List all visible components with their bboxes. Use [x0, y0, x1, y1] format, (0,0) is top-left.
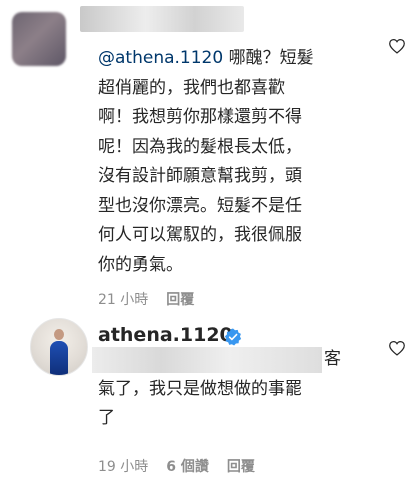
verified-badge-icon — [224, 328, 242, 346]
avatar[interactable] — [30, 318, 88, 376]
reply-button[interactable]: 回覆 — [227, 459, 255, 475]
comment-line: 客 — [324, 349, 341, 369]
comment-line: 氣了，我只是做想做的事罷 — [98, 378, 302, 399]
likes-count[interactable]: 6 個讚 — [166, 459, 209, 475]
comment-2-meta: 19 小時 6 個讚 回覆 — [98, 456, 273, 476]
avatar-figure-dress — [50, 341, 68, 375]
comment-2-text: 客 氣了，我只是做想做的事罷 了 — [98, 345, 341, 434]
timestamp[interactable]: 19 小時 — [98, 459, 148, 475]
comment-line: 了 — [98, 408, 115, 428]
heart-icon[interactable] — [388, 340, 406, 356]
avatar-figure-head — [54, 329, 64, 340]
comment-2: athena.1120 客 氣了，我只是做想做的事罷 了 19 小時 6 個讚 回覆 — [0, 0, 420, 494]
comment-username[interactable]: athena.1120 — [98, 324, 233, 346]
